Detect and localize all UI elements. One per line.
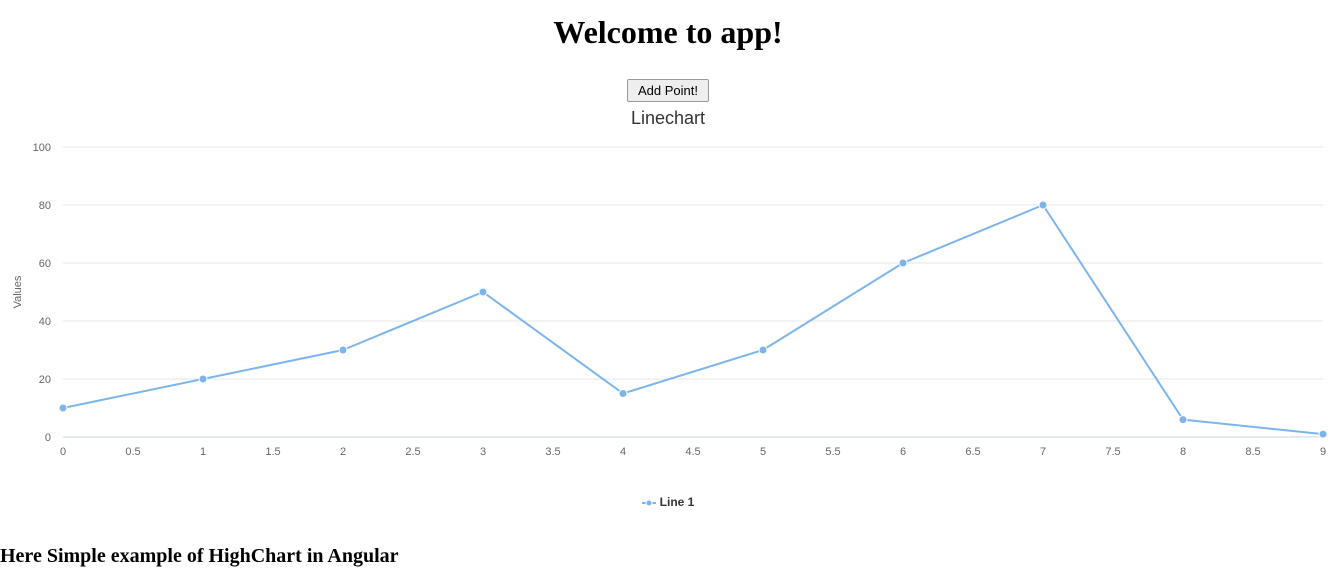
svg-text:3.5: 3.5 <box>545 446 560 458</box>
chart-title: Linechart <box>0 108 1336 129</box>
svg-text:6.5: 6.5 <box>965 446 980 458</box>
svg-text:5: 5 <box>760 446 766 458</box>
page-subheading: Here Simple example of HighChart in Angu… <box>0 545 1336 568</box>
svg-text:9: 9 <box>1320 446 1326 458</box>
svg-text:8.5: 8.5 <box>1245 446 1260 458</box>
svg-text:2: 2 <box>340 446 346 458</box>
svg-text:2.5: 2.5 <box>405 446 420 458</box>
page-heading: Welcome to app! <box>0 14 1336 51</box>
svg-text:8: 8 <box>1180 446 1186 458</box>
svg-text:80: 80 <box>39 200 51 212</box>
line-chart: Linechart 0 20 40 60 80 100 0 0.5 1 1.5 2 2.5 3 3.5 4 4… <box>0 108 1336 509</box>
legend-label: Line 1 <box>660 495 695 509</box>
chart-legend[interactable]: Line 1 <box>0 495 1336 509</box>
add-point-button[interactable]: Add Point! <box>627 79 709 102</box>
svg-text:7.5: 7.5 <box>1105 446 1120 458</box>
svg-text:5.5: 5.5 <box>825 446 840 458</box>
svg-text:0.5: 0.5 <box>125 446 140 458</box>
svg-text:7: 7 <box>1040 446 1046 458</box>
svg-text:60: 60 <box>39 258 51 270</box>
svg-text:4.5: 4.5 <box>685 446 700 458</box>
svg-text:4: 4 <box>620 446 626 458</box>
svg-text:40: 40 <box>39 316 51 328</box>
svg-text:6: 6 <box>900 446 906 458</box>
svg-text:3: 3 <box>480 446 486 458</box>
svg-text:0: 0 <box>60 446 66 458</box>
svg-text:1: 1 <box>200 446 206 458</box>
svg-text:100: 100 <box>33 142 51 154</box>
svg-text:20: 20 <box>39 374 51 386</box>
legend-marker-icon <box>642 497 656 509</box>
svg-text:Values: Values <box>12 275 24 308</box>
svg-text:1.5: 1.5 <box>265 446 280 458</box>
svg-text:0: 0 <box>45 432 51 444</box>
